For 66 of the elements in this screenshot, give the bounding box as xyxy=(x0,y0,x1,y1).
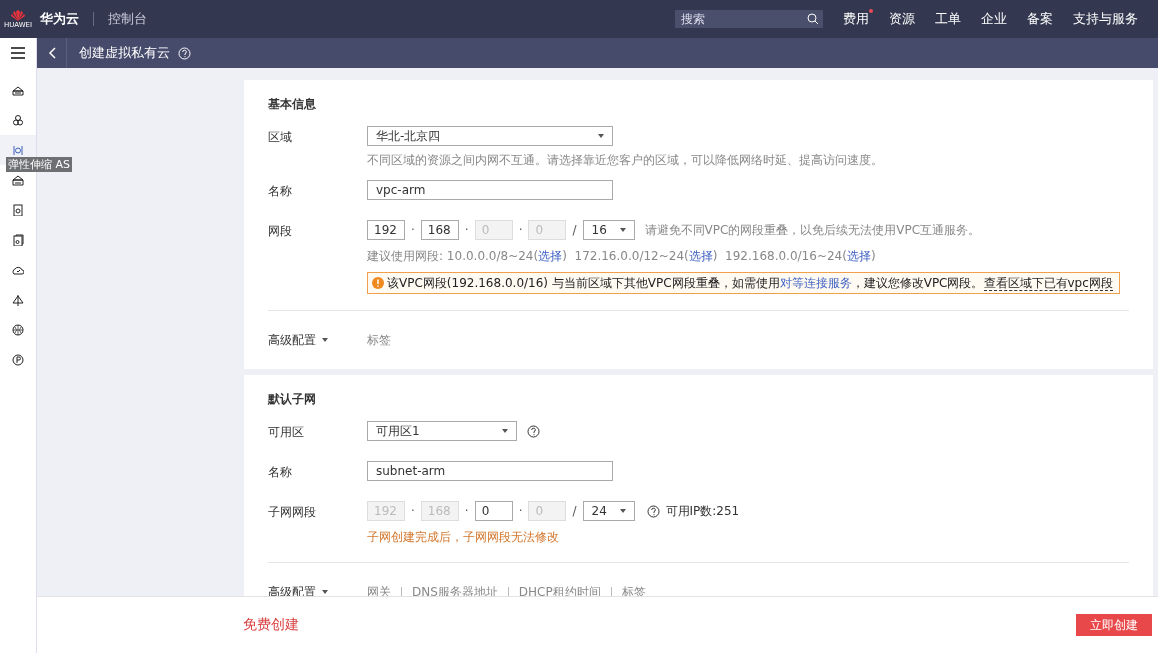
ip-octet-field[interactable]: 168 xyxy=(420,220,459,240)
suggested-ranges: 建议使用网段: 10.0.0.0/8~24(选择) 172.16.0.0/12~24(选择) 192.168.0.0/16~24(选择) xyxy=(367,248,877,264)
parking-icon xyxy=(12,354,24,366)
dot-separator: · xyxy=(518,223,523,237)
ip-octet-field[interactable]: 192 xyxy=(367,220,405,240)
field-label: 网段 xyxy=(268,223,293,240)
ip-octet-field[interactable]: 0 xyxy=(474,501,513,521)
nav-link[interactable]: 费用 xyxy=(843,10,869,28)
nav-link[interactable]: 支持与服务 xyxy=(1073,10,1138,28)
cloud-icon xyxy=(12,264,24,276)
zone-dropdown[interactable]: 可用区1 xyxy=(367,421,517,441)
mask-dropdown[interactable]: 16 xyxy=(582,220,635,240)
page-title: 创建虚拟私有云 xyxy=(79,44,170,62)
field-label: 名称 xyxy=(268,464,293,481)
advanced-tag: 标签 xyxy=(367,331,391,349)
scaling-icon xyxy=(12,144,24,156)
nav-link[interactable]: 资源 xyxy=(889,10,915,28)
nav-link[interactable]: 工单 xyxy=(935,10,961,28)
field-label: 可用区 xyxy=(268,424,305,441)
field-label: 名称 xyxy=(268,183,293,200)
warning-icon xyxy=(372,277,384,289)
section-title: 默认子网 xyxy=(268,390,317,408)
chevron-left-icon xyxy=(47,47,56,59)
help-icon[interactable] xyxy=(646,504,660,518)
dot-separator: · xyxy=(411,223,415,237)
select-link[interactable]: 选择 xyxy=(688,249,713,263)
slash-separator: / xyxy=(572,504,577,518)
section-title: 基本信息 xyxy=(268,95,317,113)
console-link[interactable]: 控制台 xyxy=(108,10,147,28)
name-field[interactable]: vpc-arm xyxy=(367,180,613,200)
dot-separator: · xyxy=(464,504,469,518)
cloud-server-icon xyxy=(12,84,24,96)
slash-separator: / xyxy=(572,223,577,237)
select-link[interactable]: 选择 xyxy=(846,249,871,263)
dot-separator: · xyxy=(464,223,469,237)
available-ip-count: 可用IP数:251 xyxy=(665,502,740,520)
backup-icon xyxy=(12,234,24,246)
search-icon[interactable] xyxy=(807,13,819,25)
free-create-text: 免费创建 xyxy=(243,616,299,634)
field-label: 区域 xyxy=(268,129,293,146)
logo-icon xyxy=(10,9,26,21)
advanced-settings-toggle[interactable]: 高级配置 xyxy=(268,331,367,349)
nav-link[interactable]: 企业 xyxy=(981,10,1007,28)
region-hint: 不同区域的资源之间内网不互通。请选择靠近您客户的区域，可以降低网络时延、提高访问速度。 xyxy=(367,152,883,168)
dot-separator: · xyxy=(518,504,523,518)
help-icon[interactable] xyxy=(527,424,540,438)
field-label: 子网网段 xyxy=(268,504,317,521)
warning-text: 该VPC网段(192.168.0.0/16) 与当前区域下其他VPC网段重叠，如需使用对等连接服务，建议您修改VPC网段。查看区域下已有vpc网段 xyxy=(387,275,1113,291)
balance-icon xyxy=(12,294,24,306)
host-icon xyxy=(12,174,24,186)
brand-name[interactable]: 华为云 xyxy=(40,10,79,28)
cidr-hint: 请避免不同VPC的网段重叠，以免后续无法使用VPC互通服务。 xyxy=(644,222,981,238)
view-existing-link[interactable]: 查看区域下已有vpc网段 xyxy=(983,276,1113,291)
subnet-note: 子网创建完成后，子网网段无法修改 xyxy=(367,529,560,546)
select-link[interactable]: 选择 xyxy=(538,249,563,263)
nav-link[interactable]: 备案 xyxy=(1027,10,1053,28)
mask-dropdown[interactable]: 24 xyxy=(582,501,635,521)
globe-icon xyxy=(12,324,24,336)
region-dropdown[interactable]: 华北-北京四 xyxy=(367,126,613,146)
name-field[interactable]: subnet-arm xyxy=(367,461,613,481)
peering-link[interactable]: 对等连接服务 xyxy=(779,276,852,290)
dot-separator: · xyxy=(411,504,415,518)
tooltip: 弹性伸缩 AS xyxy=(6,157,72,172)
search-field[interactable]: 搜索 xyxy=(675,10,823,28)
create-button[interactable]: 立即创建 xyxy=(1076,614,1152,636)
cluster-icon xyxy=(12,114,24,126)
